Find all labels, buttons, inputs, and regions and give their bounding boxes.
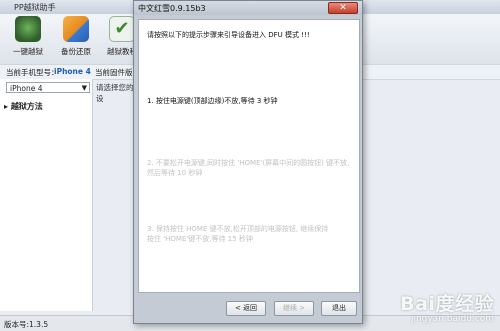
model-label: 当前手机型号： bbox=[6, 68, 59, 77]
toolbar-label: 一键越狱 bbox=[13, 47, 43, 56]
triangle-right-icon: ▸ bbox=[4, 102, 11, 111]
redsn0w-dialog: 中文红雪0.9.15b3 ✕ 请按照以下的提示步骤来引导设备进入 DFU 模式 … bbox=[133, 0, 363, 324]
step-2-text: 2. 不要松开电源键,同时按住 'HOME'(屏幕中间的圆按钮) 键不放, 然后… bbox=[147, 158, 357, 178]
watermark-url: jingyan.baidu.com bbox=[410, 314, 494, 324]
version-text: 版本号:1.3.5 bbox=[4, 320, 49, 329]
step-3-text: 3. 保持按住 HOME 键不放,松开顶部的电源按钮, 继续保持 按住 'HOM… bbox=[147, 224, 357, 244]
model-value: iPhone 4 bbox=[54, 67, 91, 76]
device-select[interactable]: iPhone 4 ▼ bbox=[6, 82, 90, 93]
step-3-line-2: 按住 'HOME'键不放,等待 15 秒钟 bbox=[147, 235, 253, 243]
device-select-value: iPhone 4 bbox=[10, 84, 43, 93]
backup-restore-button[interactable]: 备份还原 bbox=[56, 16, 96, 57]
next-button[interactable]: 继续 > bbox=[274, 301, 314, 316]
dfu-intro-text: 请按照以下的提示步骤来引导设备进入 DFU 模式 !!! bbox=[147, 31, 310, 39]
step-1-text: 1. 按住电源键(顶部边缘)不放,等待 3 秒钟 bbox=[147, 97, 278, 105]
device-select-prompt: 请选择您的设 bbox=[96, 83, 134, 103]
baidu-jingyan-watermark: Bai度经验 jingyan.baidu.com bbox=[400, 289, 494, 324]
sidebar-item-jailbreak-method[interactable]: ▸ 越狱方法 bbox=[4, 101, 43, 112]
dialog-body: 请按照以下的提示步骤来引导设备进入 DFU 模式 !!! 1. 按住电源键(顶部… bbox=[138, 19, 360, 293]
close-button[interactable]: ✕ bbox=[328, 2, 358, 14]
step-2-line-2: 然后等待 10 秒钟 bbox=[147, 169, 203, 177]
dialog-title: 中文红雪0.9.15b3 bbox=[138, 4, 206, 13]
tutorial-icon: ✔ bbox=[109, 16, 135, 42]
one-click-jailbreak-button[interactable]: 一键越狱 bbox=[8, 16, 48, 57]
exit-button[interactable]: 退出 bbox=[321, 301, 357, 316]
watermark-logo-text: Bai度经验 bbox=[400, 293, 494, 315]
chevron-down-icon: ▼ bbox=[81, 84, 87, 92]
back-button[interactable]: < 返回 bbox=[226, 301, 266, 316]
sidebar bbox=[0, 79, 93, 311]
sidebar-item-label: 越狱方法 bbox=[10, 102, 43, 111]
close-icon: ✕ bbox=[339, 3, 347, 13]
one-click-jailbreak-icon bbox=[15, 16, 41, 42]
backup-restore-icon bbox=[63, 16, 89, 42]
step-3-line-1: 3. 保持按住 HOME 键不放,松开顶部的电源按钮, 继续保持 bbox=[147, 225, 329, 233]
toolbar-label: 备份还原 bbox=[61, 47, 91, 56]
step-2-line-1: 2. 不要松开电源键,同时按住 'HOME'(屏幕中间的圆按钮) 键不放, bbox=[147, 159, 350, 167]
app-title: PP越狱助手 bbox=[14, 3, 56, 12]
dialog-titlebar[interactable]: 中文红雪0.9.15b3 ✕ bbox=[134, 1, 362, 15]
